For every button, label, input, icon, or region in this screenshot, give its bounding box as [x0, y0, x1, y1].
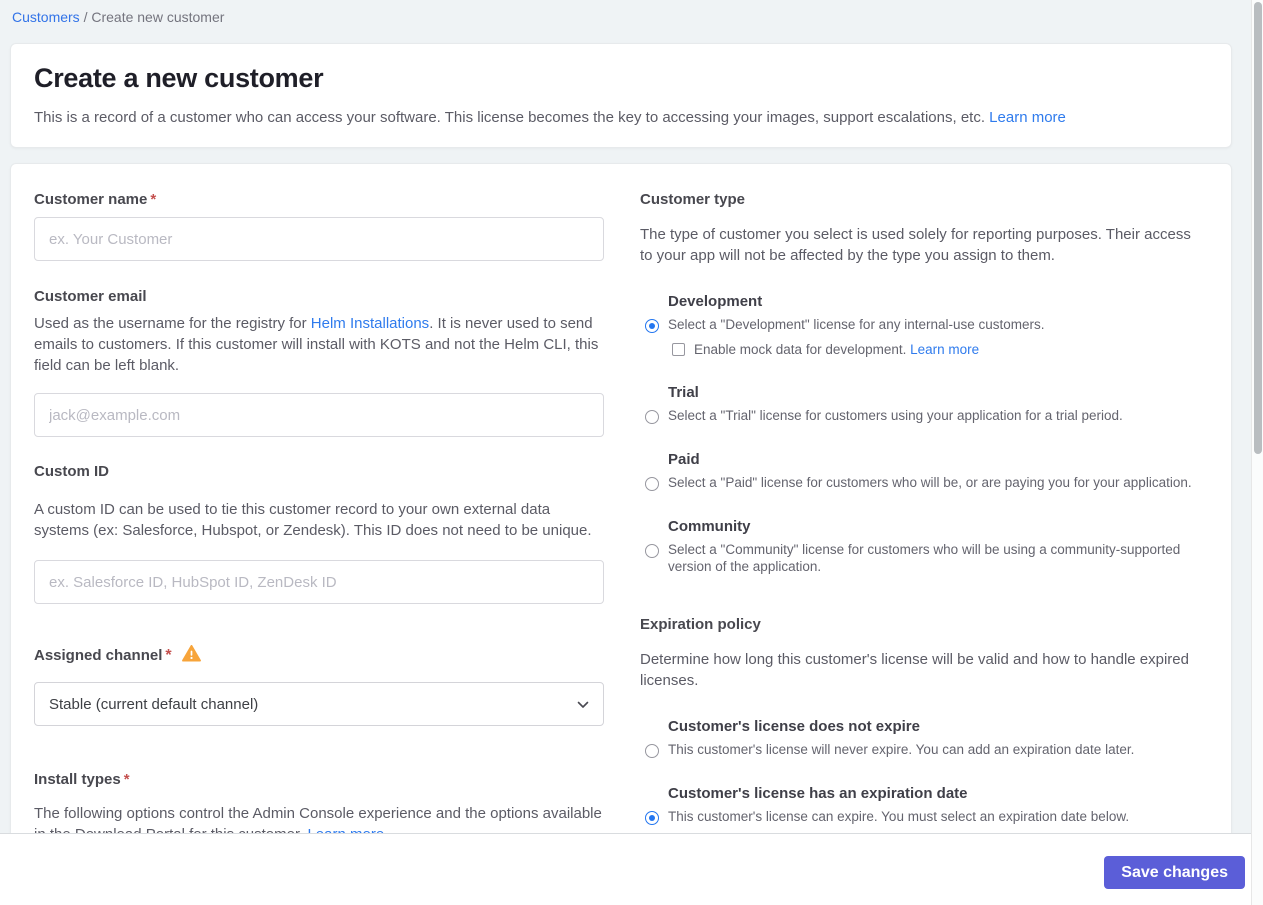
development-radio[interactable] [645, 319, 659, 333]
form-left-column: Customer name* Customer email Used as th… [34, 190, 604, 843]
no-expire-label: Customer's license does not expire [668, 718, 920, 735]
mock-data-label: Enable mock data for development. Learn … [694, 342, 979, 357]
development-label: Development [668, 293, 763, 310]
has-expiration-label: Customer's license has an expiration dat… [668, 785, 968, 802]
no-expire-radio[interactable] [645, 744, 659, 758]
custom-id-label: Custom ID [34, 463, 109, 480]
trial-label: Trial [668, 384, 699, 401]
customer-type-option-paid: Paid Select a "Paid" license for custome… [640, 450, 1193, 491]
helm-installations-link[interactable]: Helm Installations [311, 315, 429, 332]
has-expiration-description: This customer's license can expire. You … [668, 809, 1130, 824]
customer-name-label-text: Customer name [34, 191, 148, 208]
required-asterisk: * [165, 647, 172, 664]
assigned-channel-group: Assigned channel * Stable (current defaul… [34, 645, 604, 726]
customer-type-option-community: Community Select a "Community" license f… [640, 517, 1193, 575]
customer-name-group: Customer name * [34, 190, 604, 261]
mock-data-learn-more-link[interactable]: Learn more [910, 342, 979, 357]
custom-id-group: Custom ID A custom ID can be used to tie… [34, 462, 604, 604]
expiration-policy-description: Determine how long this customer's licen… [640, 651, 1189, 689]
page-scrollbar[interactable] [1251, 0, 1263, 905]
trial-description: Select a "Trial" license for customers u… [668, 408, 1123, 423]
paid-label: Paid [668, 451, 700, 468]
has-expiration-radio[interactable] [645, 811, 659, 825]
form-card: Customer name* Customer email Used as th… [10, 163, 1232, 843]
paid-radio[interactable] [645, 477, 659, 491]
customer-type-option-trial: Trial Select a "Trial" license for custo… [640, 383, 1193, 424]
header-description-text: This is a record of a customer who can a… [34, 109, 990, 126]
expiration-policy-label: Expiration policy [640, 616, 761, 633]
custom-id-input[interactable] [34, 560, 604, 604]
expiration-option-no-expire: Customer's license does not expire This … [640, 717, 1193, 758]
install-types-label-text: Install types [34, 771, 121, 788]
save-changes-button[interactable]: Save changes [1104, 856, 1245, 889]
no-expire-description: This customer's license will never expir… [668, 742, 1135, 757]
install-types-label: Install types * [34, 770, 604, 790]
development-description: Select a "Development" license for any i… [668, 317, 1045, 332]
warning-icon [181, 645, 201, 667]
create-customer-page: Customers / Create new customer Create a… [0, 0, 1263, 905]
scrollbar-thumb[interactable] [1254, 2, 1262, 454]
form-right-column: Customer type The type of customer you s… [640, 190, 1193, 825]
breadcrumb: Customers / Create new customer [12, 9, 224, 25]
chevron-down-icon [577, 696, 589, 713]
community-radio[interactable] [645, 544, 659, 558]
paid-description: Select a "Paid" license for customers wh… [668, 475, 1192, 490]
community-label: Community [668, 518, 751, 535]
trial-radio[interactable] [645, 410, 659, 424]
breadcrumb-customers-link[interactable]: Customers [12, 9, 80, 25]
assigned-channel-selected-value: Stable (current default channel) [49, 695, 259, 713]
email-desc-before: Used as the username for the registry fo… [34, 315, 311, 332]
customer-type-label: Customer type [640, 191, 746, 208]
header-learn-more-link[interactable]: Learn more [989, 109, 1066, 126]
breadcrumb-separator: / [79, 9, 92, 25]
required-asterisk: * [123, 771, 130, 788]
assigned-channel-label-row: Assigned channel * [34, 645, 604, 667]
assigned-channel-select[interactable]: Stable (current default channel) [34, 682, 604, 726]
assigned-channel-label: Assigned channel [34, 647, 163, 664]
custom-id-description: A custom ID can be used to tie this cust… [34, 501, 592, 539]
header-description: This is a record of a customer who can a… [34, 107, 1208, 128]
customer-type-option-development: Development Select a "Development" licen… [640, 292, 1193, 357]
customer-type-description: The type of customer you select is used … [640, 226, 1191, 264]
breadcrumb-current: Create new customer [91, 9, 225, 25]
expiration-policy-section: Expiration policy Determine how long thi… [640, 615, 1193, 825]
customer-name-input[interactable] [34, 217, 604, 261]
customer-email-input[interactable] [34, 393, 604, 437]
customer-email-label: Customer email [34, 288, 147, 305]
mock-data-row: Enable mock data for development. Learn … [668, 342, 1193, 357]
customer-email-description: Used as the username for the registry fo… [34, 313, 604, 376]
sticky-footer: Save changes [0, 833, 1263, 905]
community-description: Select a "Community" license for custome… [668, 542, 1181, 574]
header-card: Create a new customer This is a record o… [10, 43, 1232, 148]
expiration-option-has-date: Customer's license has an expiration dat… [640, 784, 1193, 825]
customer-email-group: Customer email Used as the username for … [34, 287, 604, 437]
mock-data-label-text: Enable mock data for development. [694, 342, 911, 357]
required-asterisk: * [150, 191, 157, 208]
mock-data-checkbox[interactable] [672, 343, 685, 356]
customer-name-label: Customer name * [34, 190, 604, 210]
page-title: Create a new customer [34, 63, 324, 93]
